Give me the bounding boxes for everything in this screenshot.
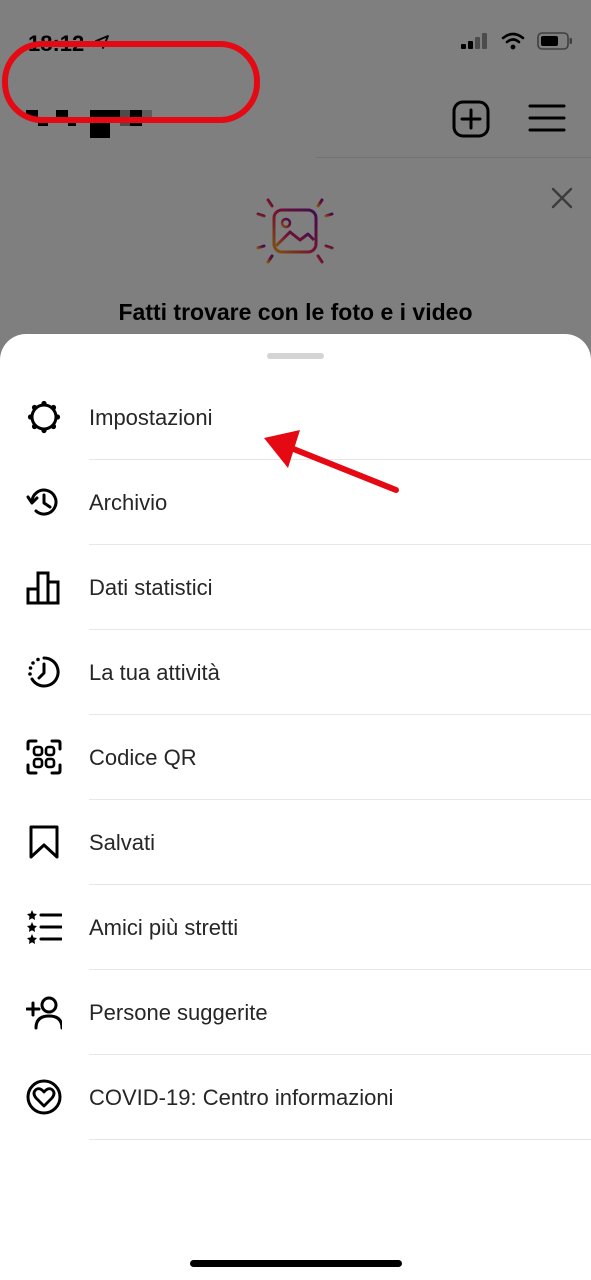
menu-item-dati-statistici[interactable]: Dati statistici [0, 545, 591, 630]
menu-item-label: Dati statistici [89, 575, 213, 600]
covid-heart-icon [26, 1079, 62, 1115]
menu-item-codice-qr[interactable]: Codice QR [0, 715, 591, 800]
menu-item-label: COVID-19: Centro informazioni [89, 1085, 394, 1110]
qr-code-icon [26, 739, 62, 775]
sheet-drag-handle[interactable] [267, 353, 324, 359]
menu-item-persone-suggerite[interactable]: Persone suggerite [0, 970, 591, 1055]
close-friends-list-icon [27, 910, 62, 944]
menu-item-amici-piu-stretti[interactable]: Amici più stretti [0, 885, 591, 970]
menu-item-salvati[interactable]: Salvati [0, 800, 591, 885]
home-indicator[interactable] [190, 1260, 402, 1267]
menu-item-label: Archivio [89, 490, 168, 515]
add-person-icon [26, 996, 62, 1030]
settings-gear-icon [27, 400, 61, 434]
menu-item-label: La tua attività [89, 660, 220, 685]
bar-chart-icon [26, 571, 60, 605]
annotation-arrow [264, 430, 399, 493]
menu-item-label: Persone suggerite [89, 1000, 268, 1025]
menu-item-label: Impostazioni [89, 405, 213, 430]
menu-item-la-tua-attivita[interactable]: La tua attività [0, 630, 591, 715]
menu-item-label: Amici più stretti [89, 915, 239, 940]
bookmark-icon [29, 825, 59, 859]
activity-clock-icon [28, 656, 60, 688]
divider [89, 1139, 591, 1140]
menu-item-label: Codice QR [89, 745, 197, 770]
menu-item-label: Salvati [89, 830, 156, 855]
archive-history-icon [26, 488, 58, 516]
annotation-highlight-ring [2, 41, 260, 123]
menu-item-covid-19[interactable]: COVID-19: Centro informazioni [0, 1055, 591, 1140]
